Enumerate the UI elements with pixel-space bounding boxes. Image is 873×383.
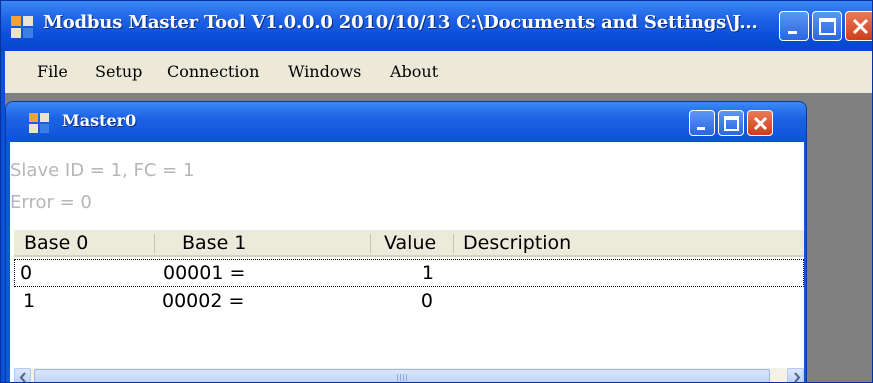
list-row[interactable]: 1 00002 = 0 xyxy=(14,288,804,316)
scrollbar-grip xyxy=(406,374,407,381)
close-icon xyxy=(753,116,768,131)
cell-value: 1 xyxy=(421,262,434,284)
child-client-area: Slave ID = 1, FC = 1 Error = 0 Base 0 Ba… xyxy=(10,142,804,382)
child-window-master0: Master0 Slave ID = 1, FC = 1 Error = 0 B… xyxy=(5,101,807,382)
scrollbar-grip xyxy=(403,374,404,381)
menu-windows[interactable]: Windows xyxy=(288,62,361,81)
cell-value: 0 xyxy=(420,290,433,312)
horizontal-scrollbar[interactable] xyxy=(14,368,804,382)
close-button[interactable] xyxy=(845,11,872,41)
child-minimize-button[interactable] xyxy=(689,110,715,136)
column-divider[interactable] xyxy=(370,234,371,253)
list-header: Base 0 Base 1 Value Description xyxy=(14,230,804,257)
minimize-icon xyxy=(788,31,797,34)
child-app-icon xyxy=(29,113,49,133)
status-slave-id: Slave ID = 1, FC = 1 xyxy=(10,160,195,181)
scroll-right-button[interactable] xyxy=(787,368,804,382)
scrollbar-grip xyxy=(400,374,401,381)
cell-base0: 0 xyxy=(20,262,33,284)
menu-bar: File Setup Connection Windows About xyxy=(1,51,872,93)
cell-base1: 00001 = xyxy=(163,262,246,284)
minimize-button[interactable] xyxy=(779,11,809,41)
scroll-right-icon xyxy=(794,372,801,382)
main-window-title: Modbus Master Tool V1.0.0.0 2010/10/13 C… xyxy=(43,12,758,33)
menu-about[interactable]: About xyxy=(390,62,438,81)
scroll-left-button[interactable] xyxy=(14,368,31,382)
child-close-button[interactable] xyxy=(747,110,773,136)
menu-setup[interactable]: Setup xyxy=(95,62,142,81)
column-header-base1[interactable]: Base 1 xyxy=(182,232,246,254)
minimize-icon xyxy=(697,127,705,130)
maximize-icon xyxy=(724,116,739,131)
scrollbar-thumb[interactable] xyxy=(34,369,770,382)
child-maximize-button[interactable] xyxy=(718,110,744,136)
column-divider[interactable] xyxy=(453,234,454,253)
main-title-bar[interactable]: Modbus Master Tool V1.0.0.0 2010/10/13 C… xyxy=(1,1,872,51)
cell-base0: 1 xyxy=(23,290,36,312)
status-error: Error = 0 xyxy=(10,192,92,213)
child-title-bar[interactable]: Master0 xyxy=(6,102,806,142)
scroll-left-icon xyxy=(19,372,26,382)
list-row[interactable]: 0 00001 = 1 xyxy=(14,259,804,287)
app-icon xyxy=(11,16,33,38)
close-icon xyxy=(852,18,869,35)
column-divider[interactable] xyxy=(154,234,155,253)
scrollbar-grip xyxy=(397,374,398,381)
main-window: Modbus Master Tool V1.0.0.0 2010/10/13 C… xyxy=(0,0,873,383)
column-header-value[interactable]: Value xyxy=(384,232,436,254)
menu-file[interactable]: File xyxy=(37,62,68,81)
child-window-title: Master0 xyxy=(62,111,137,130)
column-header-description[interactable]: Description xyxy=(463,232,571,254)
menu-connection[interactable]: Connection xyxy=(167,62,259,81)
cell-base1: 00002 = xyxy=(162,290,245,312)
maximize-icon xyxy=(819,18,836,35)
column-header-base0[interactable]: Base 0 xyxy=(24,232,88,254)
maximize-button[interactable] xyxy=(812,11,842,41)
